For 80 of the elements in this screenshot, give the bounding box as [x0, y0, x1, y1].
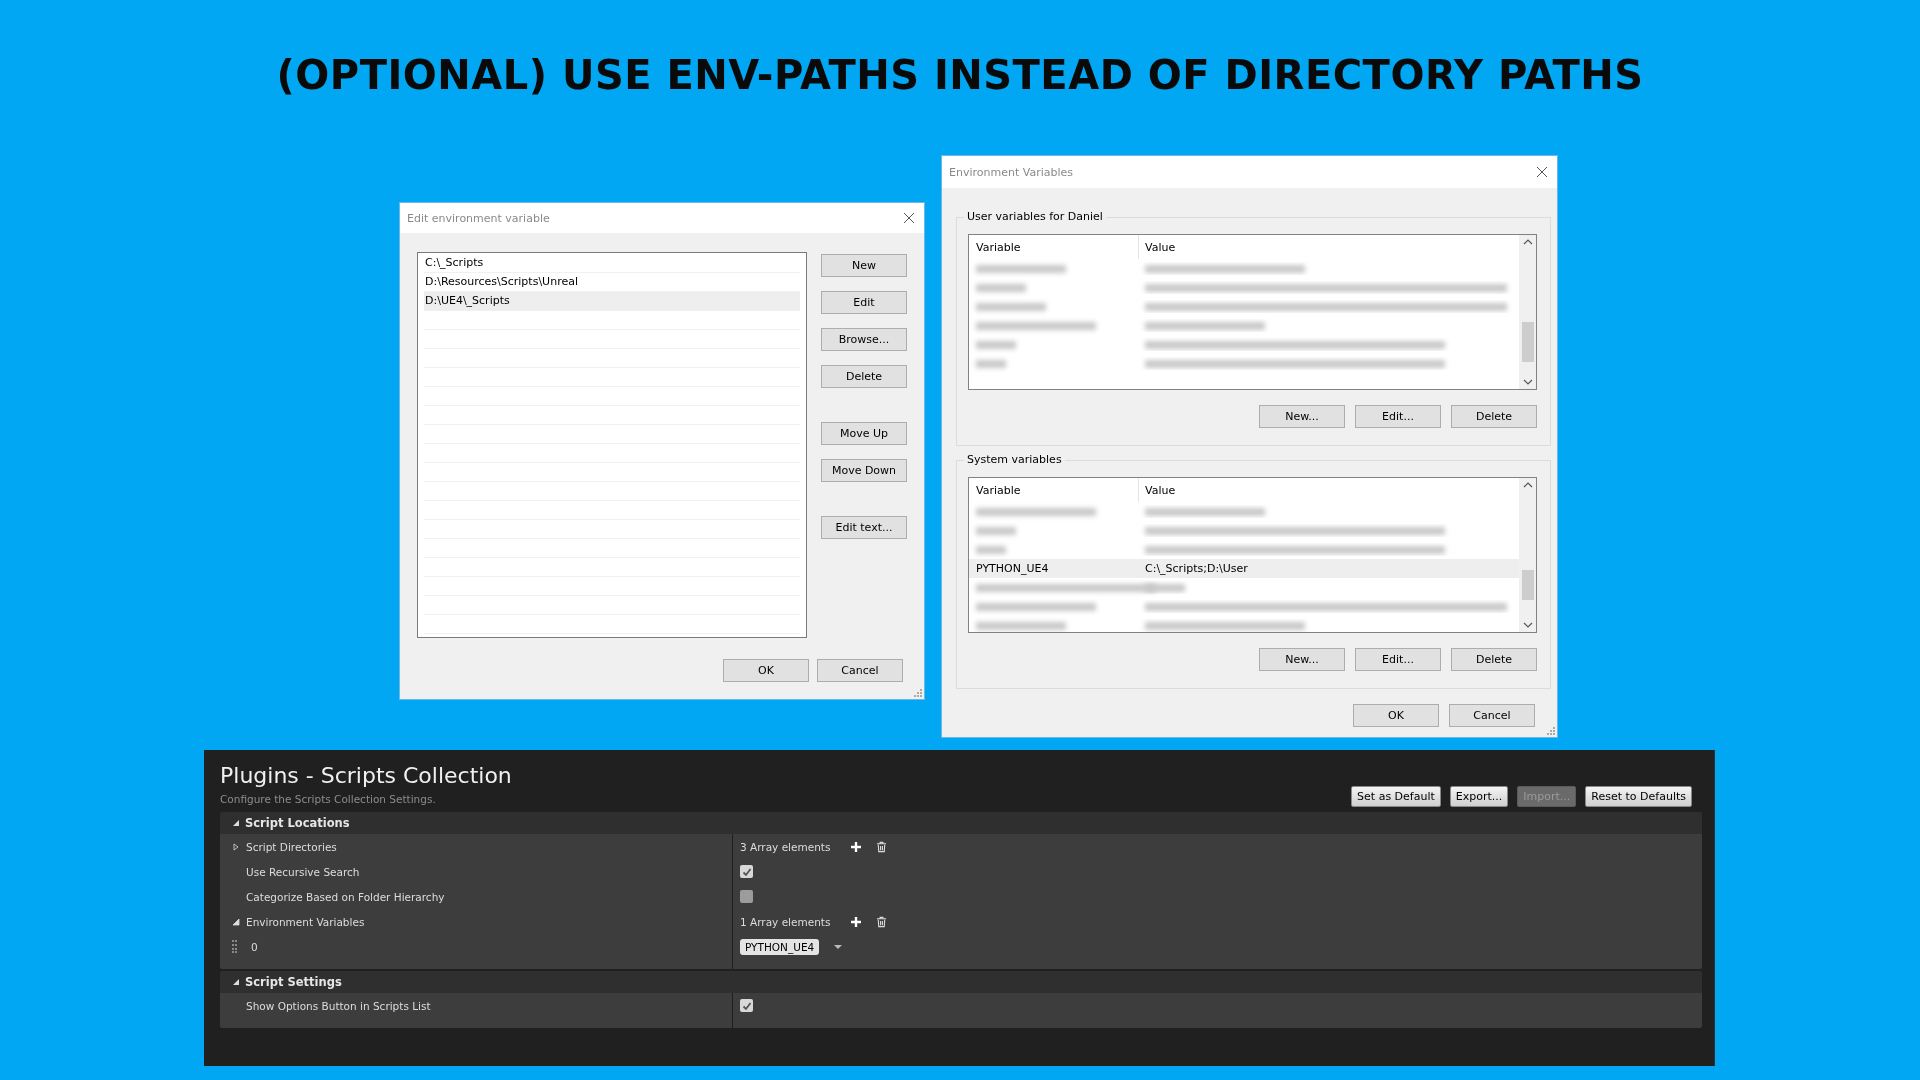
panel-subtitle: Configure the Scripts Collection Settings. — [220, 793, 437, 805]
trash-icon[interactable] — [876, 840, 887, 853]
dialog-button[interactable]: Move Down — [821, 459, 907, 482]
dialog-button[interactable]: Edit text... — [821, 516, 907, 539]
checkbox[interactable] — [740, 890, 753, 903]
scroll-down-icon[interactable] — [1522, 622, 1533, 628]
page-heading: (OPTIONAL) USE ENV-PATHS INSTEAD OF DIRECTORY PATHS — [276, 52, 1644, 98]
property-label: Show Options Button in Scripts List — [246, 999, 431, 1012]
dialog-button[interactable]: Delete — [1451, 405, 1537, 428]
scroll-thumb[interactable] — [1521, 570, 1534, 600]
variable-row[interactable]: PYTHON_UE4 C:\_Scripts;D:\User — [969, 559, 1519, 578]
column-header[interactable]: Value — [1139, 478, 1519, 502]
expand-arrow-icon[interactable] — [232, 842, 240, 851]
dialog-button[interactable]: Cancel — [1449, 704, 1535, 727]
dialog-button[interactable]: Delete — [821, 365, 907, 388]
property-label: Categorize Based on Folder Hierarchy — [246, 890, 445, 903]
category-title: Script Settings — [245, 975, 342, 989]
checkbox[interactable] — [740, 865, 753, 878]
dialog-button[interactable]: Edit... — [1355, 405, 1441, 428]
blurred-text — [976, 341, 1016, 349]
scroll-up-icon[interactable] — [1522, 482, 1533, 488]
group-label: System variables — [964, 453, 1065, 466]
expand-arrow-icon[interactable] — [232, 917, 240, 926]
trash-icon[interactable] — [876, 915, 887, 928]
property-label: Script Directories — [246, 840, 337, 853]
expand-arrow-icon[interactable] — [232, 978, 240, 986]
dialog-button[interactable]: Cancel — [817, 659, 903, 682]
scrollbar[interactable] — [1519, 235, 1536, 389]
dialog-button[interactable]: Browse... — [821, 328, 907, 351]
scrollbar[interactable] — [1519, 478, 1536, 632]
value-combo[interactable]: PYTHON_UE4 — [740, 938, 820, 955]
dialog-button[interactable]: New... — [1259, 648, 1345, 671]
panel-title: Plugins - Scripts Collection — [220, 763, 512, 788]
dialog-button[interactable]: OK — [1353, 704, 1439, 727]
scroll-thumb[interactable] — [1521, 322, 1534, 362]
column-header[interactable]: Variable — [969, 235, 1139, 259]
category-header[interactable]: Script Settings — [220, 971, 1702, 993]
add-icon[interactable] — [850, 915, 862, 928]
array-count: 3 Array elements — [740, 840, 832, 853]
close-icon[interactable] — [1536, 166, 1548, 178]
table-cell-text: C:\_Scripts;D:\User — [1144, 562, 1249, 575]
settings-button[interactable]: Reset to Defaults — [1585, 786, 1692, 807]
dropdown-arrow-icon[interactable] — [833, 943, 844, 950]
dialog-button[interactable]: Edit — [821, 291, 907, 314]
category-header[interactable]: Script Locations — [220, 812, 1702, 834]
expand-arrow-icon[interactable] — [232, 819, 240, 827]
property-label: Use Recursive Search — [246, 865, 360, 878]
blurred-text — [976, 546, 1006, 554]
checkbox[interactable] — [740, 999, 753, 1012]
path-item[interactable]: D:\UE4\_Scripts — [424, 292, 800, 311]
scroll-up-icon[interactable] — [1522, 239, 1533, 245]
close-icon[interactable] — [903, 212, 915, 224]
blurred-text — [976, 527, 1016, 535]
drag-handle-icon[interactable] — [232, 940, 237, 953]
scroll-down-icon[interactable] — [1522, 379, 1533, 385]
resize-grip-icon[interactable] — [1547, 727, 1555, 735]
column-header[interactable]: Variable — [969, 478, 1139, 502]
window-title: Environment Variables — [949, 165, 1073, 179]
category-title: Script Locations — [245, 816, 350, 830]
column-header[interactable]: Value — [1139, 235, 1519, 259]
dialog-button[interactable]: OK — [723, 659, 809, 682]
add-icon[interactable] — [850, 840, 862, 853]
path-item[interactable]: C:\_Scripts — [424, 254, 800, 273]
blurred-text — [976, 303, 1046, 311]
dialog-button[interactable]: Edit... — [1355, 648, 1441, 671]
blurred-text — [976, 360, 1006, 368]
window-title: Edit environment variable — [407, 211, 550, 225]
element-index: 0 — [251, 940, 258, 953]
array-count: 1 Array elements — [740, 915, 832, 928]
property-label: Environment Variables — [246, 915, 365, 928]
dialog-button[interactable]: Move Up — [821, 422, 907, 445]
settings-button[interactable]: Export... — [1449, 786, 1509, 807]
table-cell-text: PYTHON_UE4 — [975, 562, 1050, 575]
resize-grip-icon[interactable] — [914, 689, 922, 697]
group-label: User variables for Daniel — [964, 210, 1106, 223]
settings-button[interactable]: Set as Default — [1351, 786, 1441, 807]
dialog-button[interactable]: New — [821, 254, 907, 277]
dialog-button[interactable]: Delete — [1451, 648, 1537, 671]
dialog-button[interactable]: New... — [1259, 405, 1345, 428]
blurred-text — [976, 284, 1026, 292]
